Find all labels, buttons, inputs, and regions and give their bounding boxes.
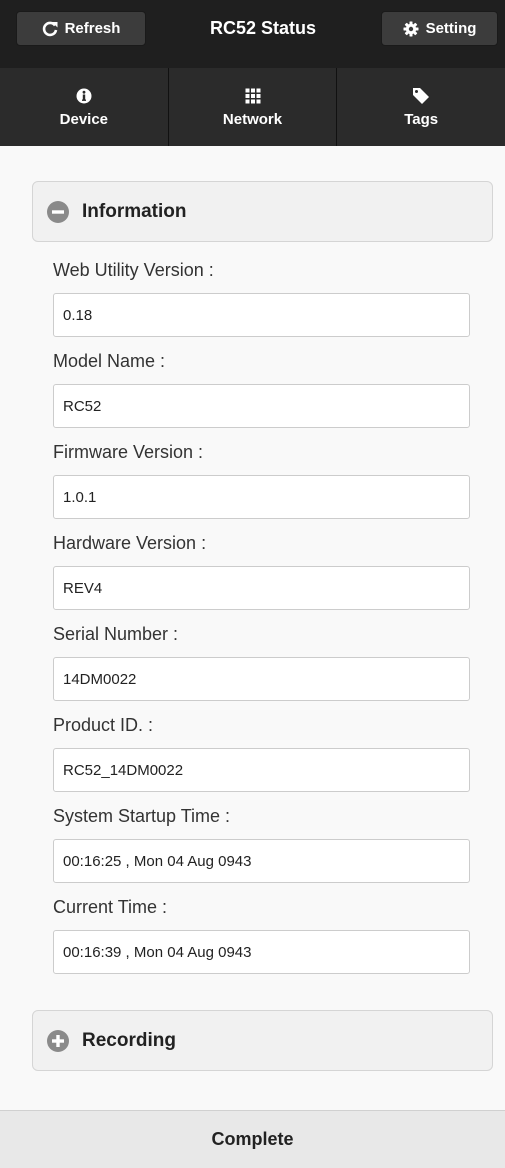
recording-title: Recording xyxy=(82,1029,176,1051)
header-bar: Refresh RC52 Status Setting xyxy=(0,0,505,69)
page-title: RC52 Status xyxy=(209,18,317,38)
firmware-version-label: Firmware Version : xyxy=(53,442,204,462)
information-fields: Web Utility Version : 0.18 Model Name : … xyxy=(53,250,471,978)
nav-tabs: Device Network Tags xyxy=(0,68,505,146)
web-utility-version-field[interactable]: 0.18 xyxy=(53,293,470,337)
recording-section-header[interactable]: Recording xyxy=(32,1010,493,1071)
refresh-button[interactable]: Refresh xyxy=(16,11,146,46)
web-utility-version-label: Web Utility Version : xyxy=(53,260,214,280)
tab-device[interactable]: Device xyxy=(0,68,169,146)
status-footer: Complete xyxy=(0,1110,505,1168)
product-id-label: Product ID. : xyxy=(53,715,154,735)
model-name-label: Model Name : xyxy=(53,351,166,371)
refresh-icon xyxy=(42,21,58,37)
model-name-field[interactable]: RC52 xyxy=(53,384,470,428)
system-startup-time-field[interactable]: 00:16:25 , Mon 04 Aug 0943 xyxy=(53,839,470,883)
serial-number-field[interactable]: 14DM0022 xyxy=(53,657,470,701)
firmware-version-field[interactable]: 1.0.1 xyxy=(53,475,470,519)
tab-tags-label: Tags xyxy=(404,111,439,128)
tab-tags[interactable]: Tags xyxy=(337,68,505,146)
refresh-label: Refresh xyxy=(64,20,121,37)
tab-network-label: Network xyxy=(222,111,283,128)
serial-number-label: Serial Number : xyxy=(53,624,179,644)
hardware-version-label: Hardware Version : xyxy=(53,533,207,553)
current-time-field[interactable]: 00:16:39 , Mon 04 Aug 0943 xyxy=(53,930,470,974)
info-icon xyxy=(76,86,92,106)
tab-device-label: Device xyxy=(59,111,109,128)
hardware-version-field[interactable]: REV4 xyxy=(53,566,470,610)
system-startup-time-label: System Startup Time : xyxy=(53,806,231,826)
current-time-label: Current Time : xyxy=(53,897,168,917)
minus-circle-icon xyxy=(47,200,69,223)
product-id-field[interactable]: RC52_14DM0022 xyxy=(53,748,470,792)
setting-label: Setting xyxy=(425,20,477,37)
setting-button[interactable]: Setting xyxy=(381,11,498,46)
tag-icon xyxy=(412,86,430,106)
information-title: Information xyxy=(82,200,187,222)
tab-network[interactable]: Network xyxy=(169,68,338,146)
plus-circle-icon xyxy=(47,1029,69,1052)
gear-icon xyxy=(403,21,419,37)
information-section-header[interactable]: Information xyxy=(32,181,493,242)
grid-icon xyxy=(245,86,261,106)
